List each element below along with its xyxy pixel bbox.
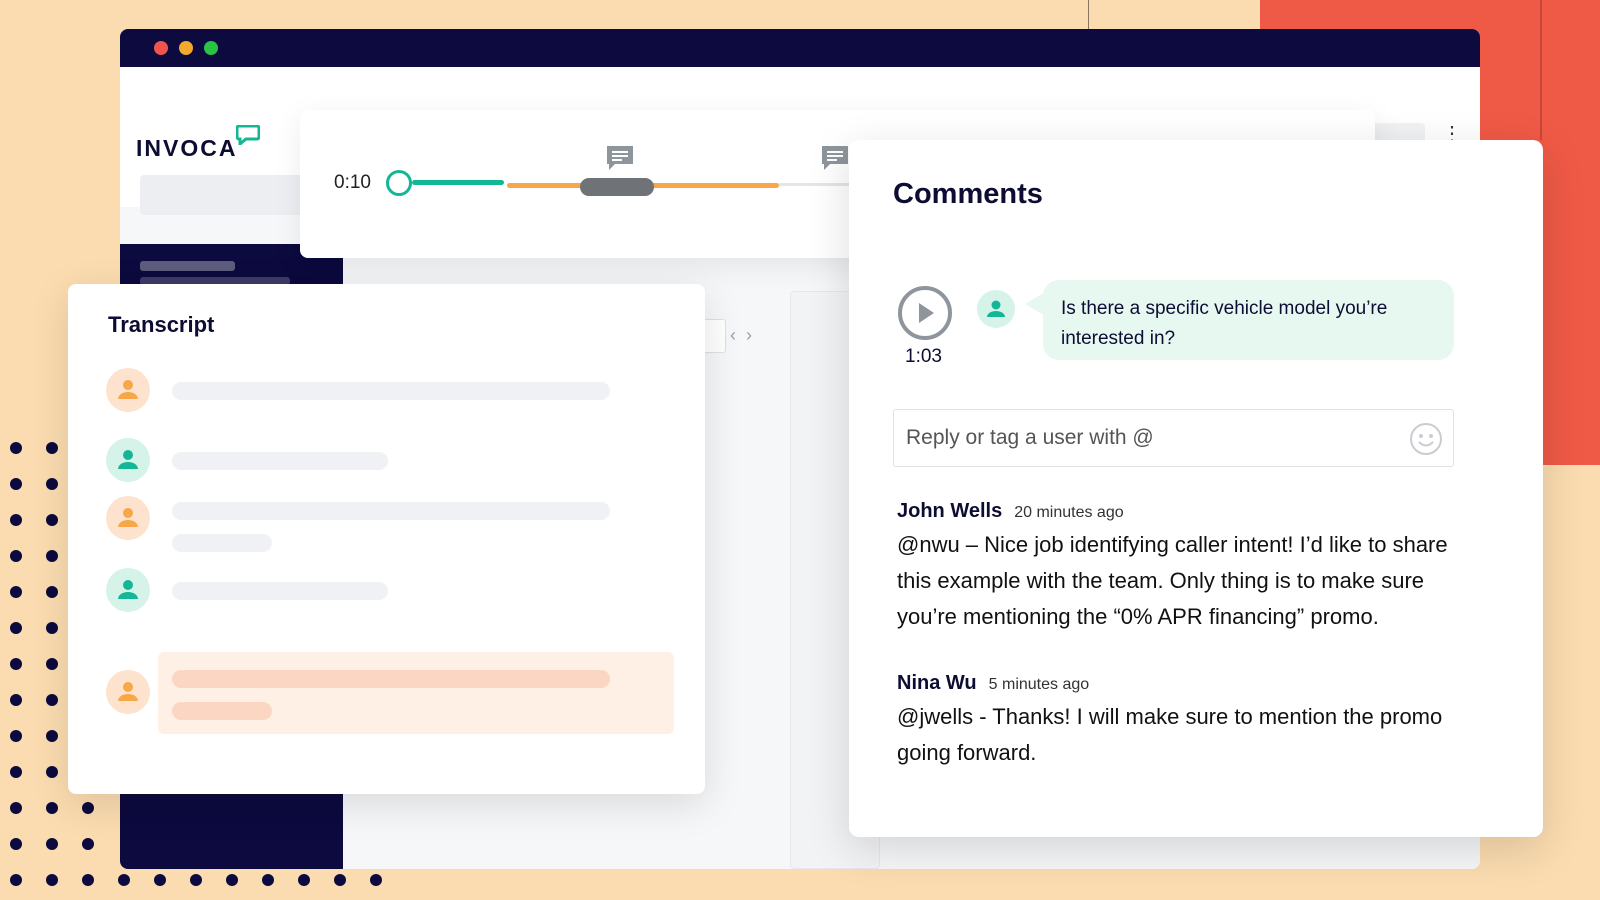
logo-chat-icon [236,125,260,145]
user-icon [118,682,138,701]
transcript-line [172,670,610,688]
caller-avatar [106,568,150,612]
comment-marker-icon[interactable] [820,144,850,172]
caller-avatar [106,438,150,482]
progress-remaining [779,183,849,186]
range-handle[interactable] [580,178,654,196]
agent-avatar [106,670,150,714]
transcript-line [172,502,610,520]
pagination-arrows[interactable]: ‹ › [730,325,752,346]
window-titlebar [120,29,1480,67]
more-options-icon[interactable]: ⋮ [1442,124,1462,144]
comment-time: 20 minutes ago [1014,504,1124,521]
minimize-window-button[interactable] [179,41,193,55]
transcript-line [172,452,388,470]
transcript-line [172,382,610,400]
current-time: 0:10 [334,172,371,193]
user-icon [987,300,1005,317]
transcript-line [172,534,272,552]
transcript-line [172,582,388,600]
comment-author[interactable]: Nina Wu [897,672,977,694]
agent-avatar [106,368,150,412]
invoca-logo: INVOCA [136,135,238,161]
playhead-handle[interactable] [386,170,412,196]
sidebar-item[interactable] [140,261,235,271]
reply-input[interactable] [906,410,1386,466]
reply-box[interactable] [893,409,1454,467]
user-icon [118,380,138,399]
bubble-tail [1025,292,1045,316]
caller-avatar [977,290,1015,328]
transcript-panel: Transcript [68,284,705,794]
comment-item: Nina Wu 5 minutes ago @jwells - Thanks! I… [897,672,1487,771]
comment-time: 5 minutes ago [988,676,1090,693]
comment-body: @jwells - Thanks! I will make sure to me… [897,704,1443,765]
comments-title: Comments [893,178,1043,210]
user-icon [118,508,138,527]
progress-played [412,180,504,185]
background-accent-line [1540,0,1542,140]
highlighted-transcript-segment[interactable] [158,652,674,734]
user-icon [118,450,138,469]
user-icon [118,580,138,599]
maximize-window-button[interactable] [204,41,218,55]
clip-timestamp: 1:03 [905,346,942,367]
close-window-button[interactable] [154,41,168,55]
agent-avatar [106,496,150,540]
comment-author[interactable]: John Wells [897,500,1002,522]
background-divider-line [1088,0,1089,30]
transcript-line [172,702,272,720]
comment-item: John Wells 20 minutes ago @nwu – Nice job… [897,500,1487,635]
smiley-icon[interactable] [1409,422,1443,456]
comment-marker-icon[interactable] [605,144,635,172]
play-clip-button[interactable] [897,285,953,341]
clip-quote: Is there a specific vehicle model you’re… [1043,280,1454,360]
transcript-title: Transcript [108,312,215,337]
comments-panel: Comments 1:03 Is there a specific vehicl… [849,140,1543,837]
comment-body: @nwu – Nice job identifying caller inten… [897,532,1448,629]
